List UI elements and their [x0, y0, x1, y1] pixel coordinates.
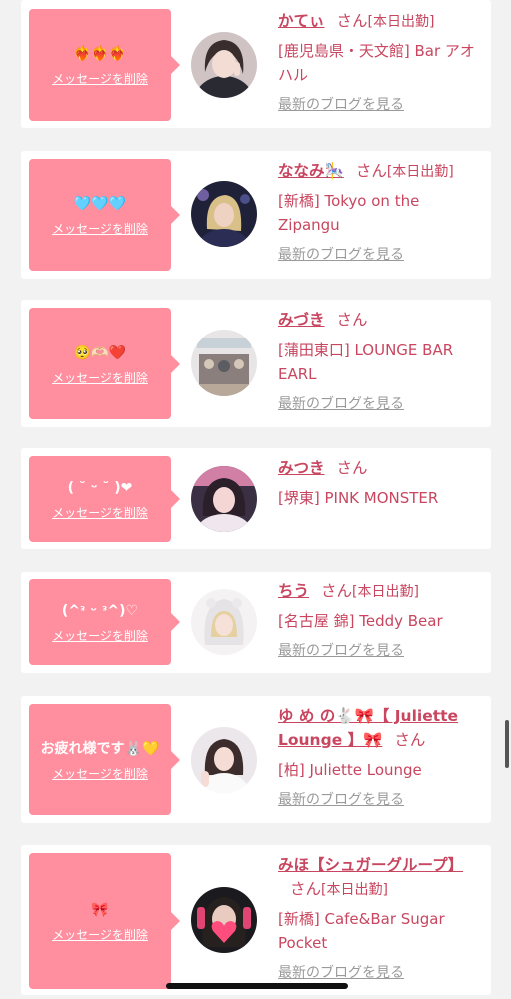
delete-message-link[interactable]: メッセージを削除	[52, 927, 148, 943]
shop-name: [新橋] Tokyo on the Zipangu	[278, 192, 420, 234]
message-card: お疲れ様です🐰💛 メッセージを削除 ゆ め の🐇🎀【 Juliette Loun…	[21, 696, 491, 823]
message-card: ❤️‍🔥❤️‍🔥❤️‍🔥 メッセージを削除 かてぃ さん[本日出勤] [鹿児島県・…	[21, 0, 491, 128]
shop-name: [堺東] PINK MONSTER	[278, 489, 439, 507]
latest-blog-link[interactable]: 最新のブログを見る	[278, 641, 404, 661]
profile-info: みほ【シュガーグループ】さん[本日出勤] [新橋] Cafe&Bar Sugar…	[278, 853, 483, 983]
message-bubble: 🩵🩵🩵 メッセージを削除	[29, 159, 180, 271]
shop-name: [蒲田東口] LOUNGE BAR EARL	[278, 341, 454, 383]
message-bubble: ❤️‍🔥❤️‍🔥❤️‍🔥 メッセージを削除	[29, 9, 180, 121]
avatar-photo	[191, 727, 257, 793]
today-badge: [本日出勤]	[321, 882, 388, 898]
name-line: ななみ🎠 さん[本日出勤]	[278, 159, 483, 184]
latest-blog-link[interactable]: 最新のブログを見る	[278, 95, 404, 115]
avatar[interactable]	[191, 330, 257, 396]
message-text: お疲れ様です🐰💛	[40, 740, 160, 757]
avatar[interactable]	[191, 727, 257, 793]
cast-name-link[interactable]: ちう	[278, 582, 309, 600]
san-label: さん	[394, 731, 426, 749]
home-indicator[interactable]	[166, 983, 348, 989]
san-label: さん	[336, 459, 368, 477]
message-text: (^ᵌ ᵕ ᵌ^)♡	[61, 603, 139, 619]
avatar[interactable]	[191, 466, 257, 532]
delete-message-link[interactable]: メッセージを削除	[52, 505, 148, 521]
latest-blog-link[interactable]: 最新のブログを見る	[278, 963, 404, 983]
avatar-photo	[191, 330, 257, 396]
profile-info: みづき さん [蒲田東口] LOUNGE BAR EARL 最新のブログを見る	[278, 308, 483, 414]
avatar-photo	[191, 589, 257, 655]
avatar[interactable]	[191, 887, 257, 953]
avatar[interactable]	[191, 589, 257, 655]
shop-name: [柏] Juliette Lounge	[278, 761, 422, 779]
name-line: ゆ め の🐇🎀【 Juliette Lounge 】🎀 さん	[278, 704, 483, 753]
scrollbar[interactable]	[505, 720, 509, 768]
message-text: ❤️‍🔥❤️‍🔥❤️‍🔥	[73, 46, 127, 62]
san-label: さん	[336, 311, 368, 329]
avatar-photo	[191, 32, 257, 98]
shop-name: [新橋] Cafe&Bar Sugar Pocket	[278, 910, 445, 952]
today-badge: [本日出勤]	[352, 584, 419, 600]
name-line: ちう さん[本日出勤]	[278, 579, 483, 604]
message-bubble: 🎀 メッセージを削除	[29, 853, 180, 989]
delete-message-link[interactable]: メッセージを削除	[52, 221, 148, 237]
profile-info: みつき さん [堺東] PINK MONSTER	[278, 456, 483, 510]
message-text: ( ˘ ᵕ ˘ )❤	[67, 480, 133, 496]
today-badge: [本日出勤]	[386, 164, 454, 180]
delete-message-link[interactable]: メッセージを削除	[52, 766, 148, 782]
message-bubble: お疲れ様です🐰💛 メッセージを削除	[29, 704, 180, 815]
cast-name-link[interactable]: かてぃ	[278, 12, 325, 30]
profile-info: ななみ🎠 さん[本日出勤] [新橋] Tokyo on the Zipangu 最…	[278, 159, 483, 265]
message-card: 🎀 メッセージを削除 みほ【シュガーグループ】さん[本日出勤] [新橋] Caf…	[21, 845, 491, 995]
message-text: 🩵🩵🩵	[73, 196, 127, 212]
cast-name-link[interactable]: ゆ め の🐇🎀【 Juliette Lounge 】🎀	[278, 707, 458, 749]
delete-message-link[interactable]: メッセージを削除	[52, 628, 148, 644]
latest-blog-link[interactable]: 最新のブログを見る	[278, 245, 404, 265]
name-line: かてぃ さん[本日出勤]	[278, 9, 483, 34]
message-bubble: 🥺🫶🏻❤️ メッセージを削除	[29, 308, 180, 419]
message-bubble: (^ᵌ ᵕ ᵌ^)♡ メッセージを削除	[29, 579, 180, 665]
message-card: 🩵🩵🩵 メッセージを削除 ななみ🎠 さん[本日出勤] [新橋] Tokyo on …	[21, 151, 491, 279]
san-label: さん	[355, 162, 387, 180]
cast-name-link[interactable]: みほ【シュガーグループ】	[278, 856, 463, 874]
profile-info: かてぃ さん[本日出勤] [鹿児島県・天文館] Bar アオハル 最新のブログを見…	[278, 9, 483, 115]
delete-message-link[interactable]: メッセージを削除	[52, 370, 148, 386]
cast-name-link[interactable]: ななみ🎠	[278, 162, 344, 180]
latest-blog-link[interactable]: 最新のブログを見る	[278, 394, 404, 414]
san-label: さん	[321, 582, 353, 600]
shop-name: [名古屋 錦] Teddy Bear	[278, 612, 443, 630]
delete-message-link[interactable]: メッセージを削除	[52, 71, 148, 87]
message-card: (^ᵌ ᵕ ᵌ^)♡ メッセージを削除 ちう さん[本日出勤] [名古屋 錦] T…	[21, 572, 491, 673]
name-line: みづき さん	[278, 308, 483, 333]
cast-name-link[interactable]: みづき	[278, 311, 325, 329]
avatar[interactable]	[191, 181, 257, 247]
avatar-photo	[191, 181, 257, 247]
latest-blog-link[interactable]: 最新のブログを見る	[278, 790, 404, 810]
shop-name: [鹿児島県・天文館] Bar アオハル	[278, 42, 475, 84]
name-line: みつき さん	[278, 456, 483, 481]
today-badge: [本日出勤]	[367, 14, 435, 30]
avatar-photo	[191, 887, 257, 953]
message-card: 🥺🫶🏻❤️ メッセージを削除 みづき さん [蒲田東口] LOUNGE BAR E…	[21, 300, 491, 427]
message-text: 🥺🫶🏻❤️	[73, 344, 127, 361]
name-line: みほ【シュガーグループ】さん[本日出勤]	[278, 853, 483, 902]
profile-info: ちう さん[本日出勤] [名古屋 錦] Teddy Bear 最新のブログを見る	[278, 579, 483, 661]
avatar[interactable]	[191, 32, 257, 98]
message-bubble: ( ˘ ᵕ ˘ )❤ メッセージを削除	[29, 456, 180, 542]
message-text: 🎀	[91, 902, 109, 918]
cast-name-link[interactable]: みつき	[278, 459, 325, 477]
profile-info: ゆ め の🐇🎀【 Juliette Lounge 】🎀 さん [柏] Juliet…	[278, 704, 483, 810]
san-label: さん	[336, 12, 368, 30]
avatar-photo	[191, 466, 257, 532]
message-card: ( ˘ ᵕ ˘ )❤ メッセージを削除 みつき さん [堺東] PINK MONS…	[21, 448, 491, 549]
san-label: さん	[290, 880, 322, 898]
